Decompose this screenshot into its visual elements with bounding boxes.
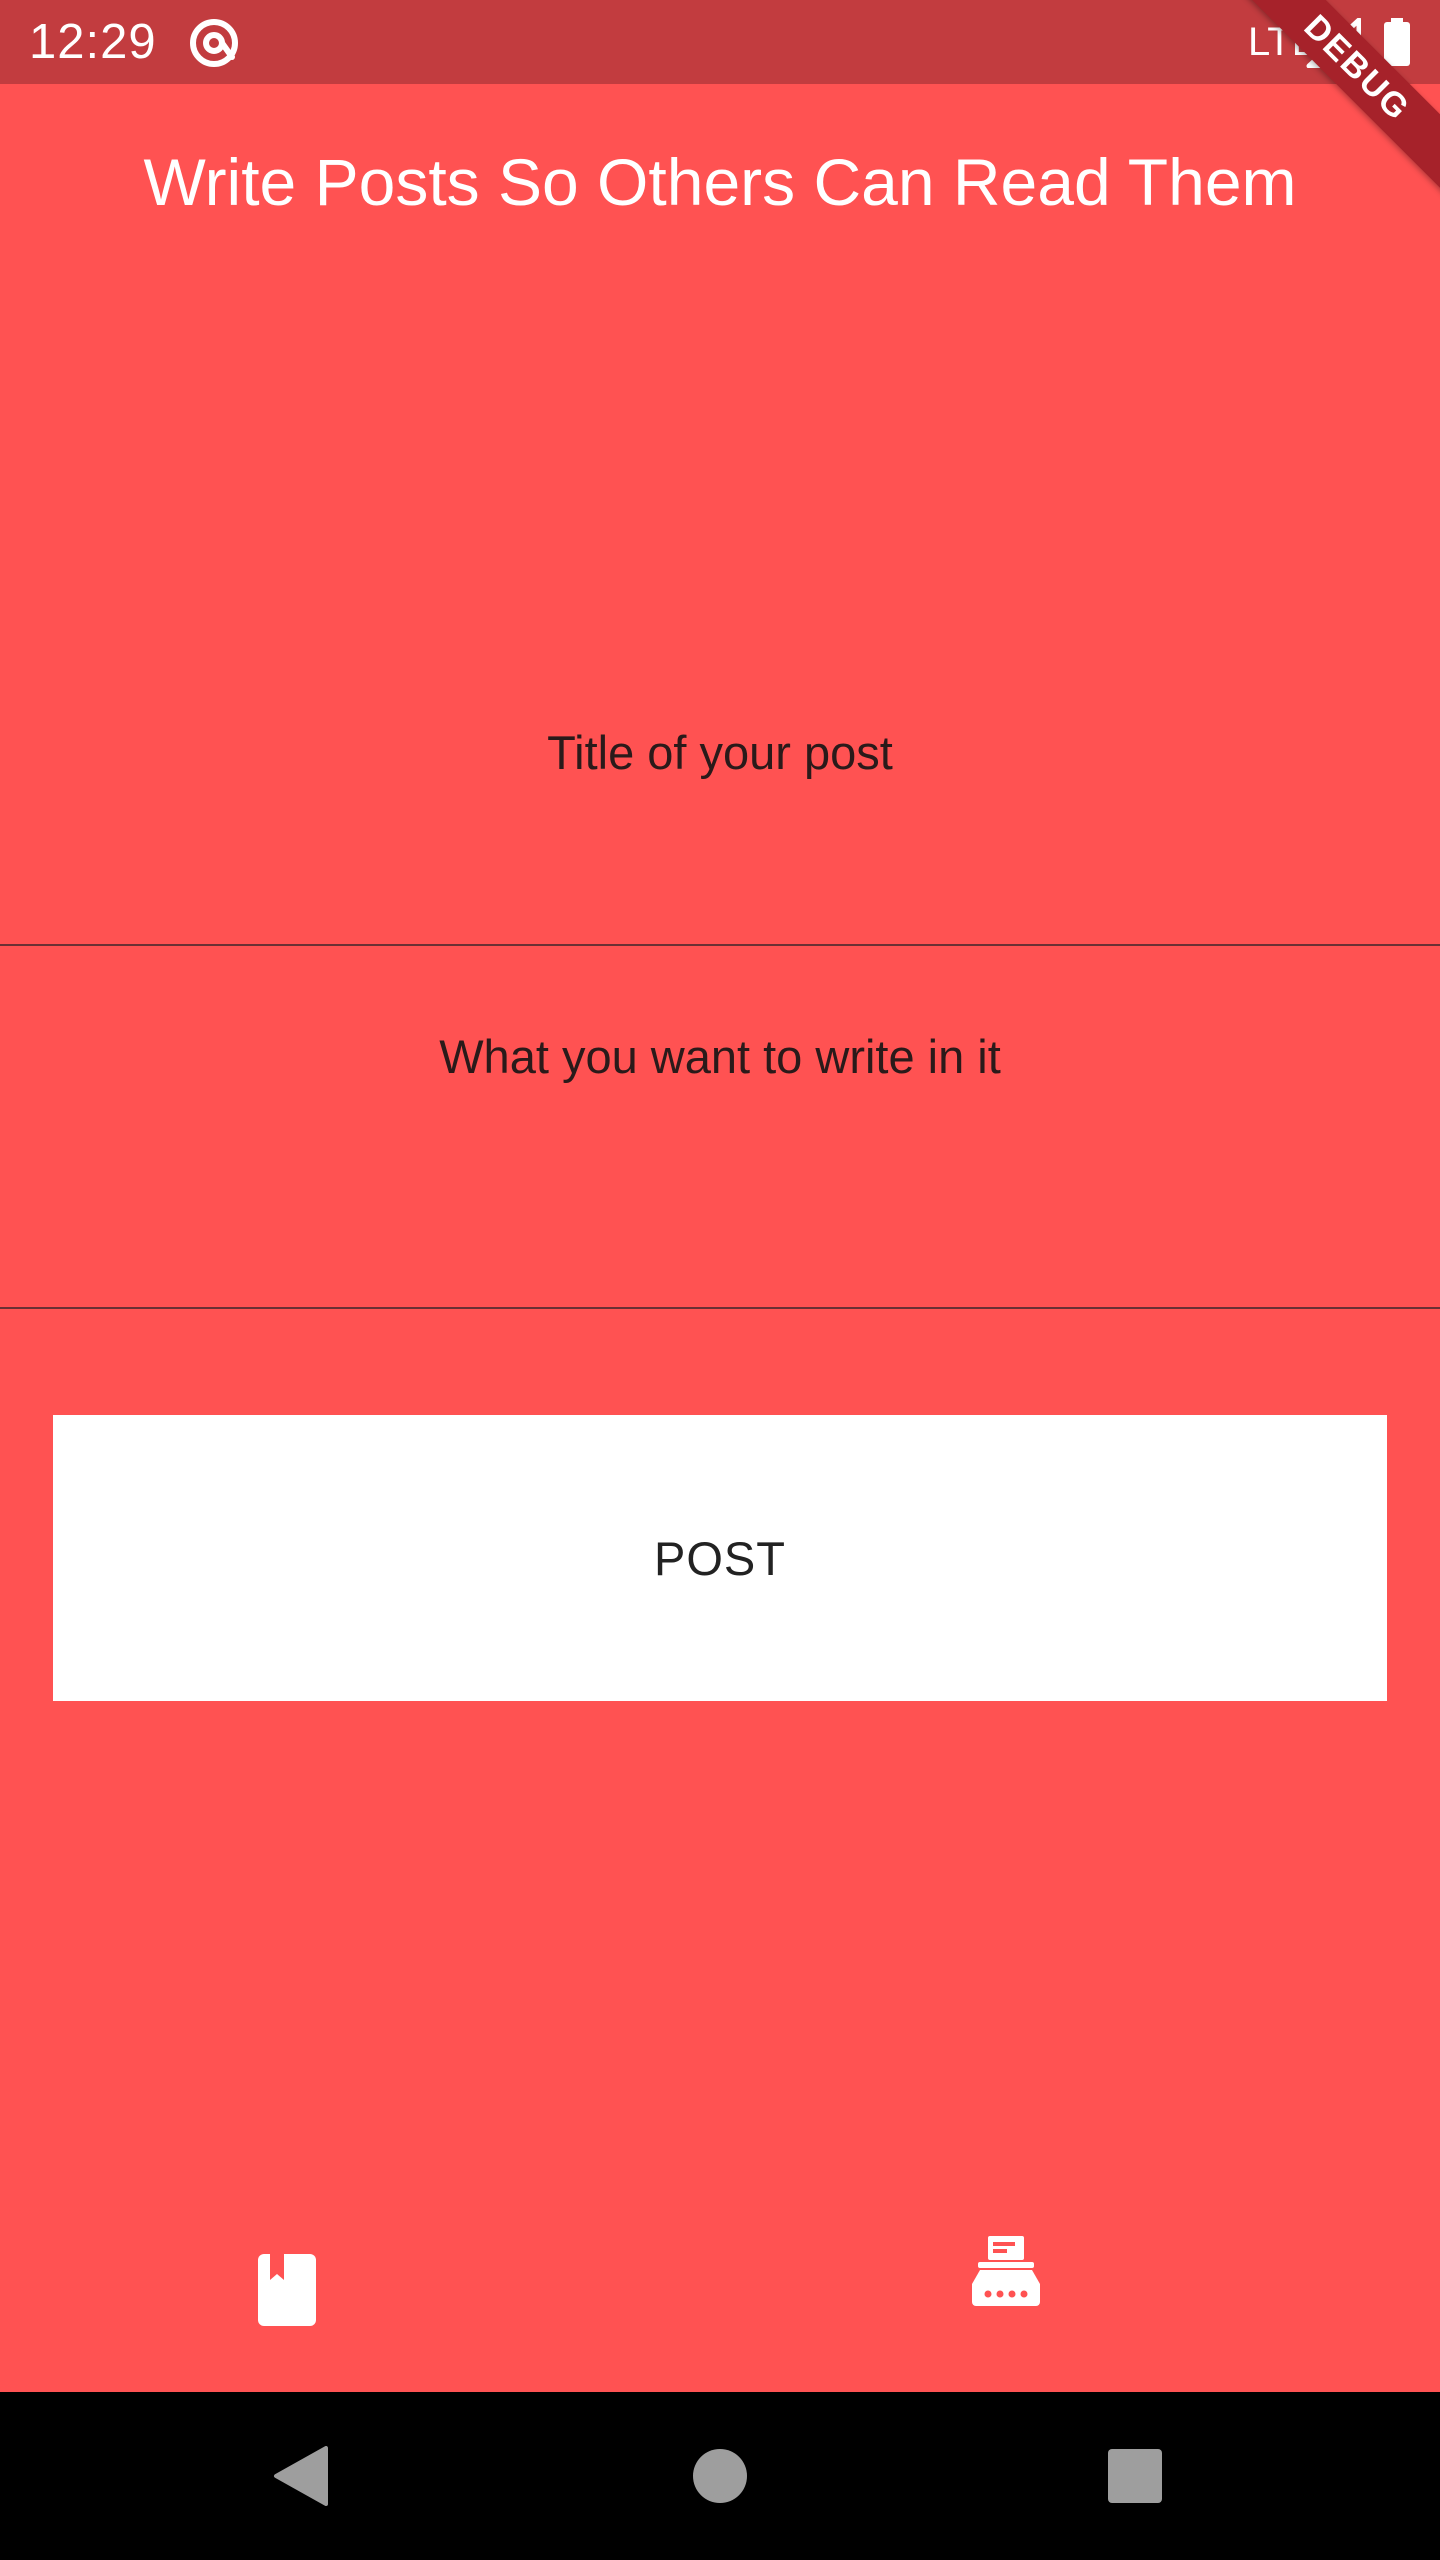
page-title: Write Posts So Others Can Read Them [143, 145, 1297, 219]
post-body-placeholder: What you want to write in it [439, 1030, 1001, 1083]
back-triangle-icon[interactable] [272, 2446, 328, 2506]
system-nav-bar [0, 2392, 1440, 2560]
post-button[interactable]: POST [53, 1415, 1387, 1701]
home-circle-icon[interactable] [693, 2449, 747, 2503]
recents-square-icon[interactable] [1108, 2449, 1162, 2503]
at-sign-icon [190, 19, 238, 67]
post-title-field[interactable]: Title of your post [0, 630, 1440, 946]
status-bar: 12:29 LTE [0, 0, 1440, 84]
post-body-field[interactable]: What you want to write in it [0, 945, 1440, 1309]
book-icon [258, 2254, 316, 2326]
post-title-placeholder: Title of your post [547, 726, 893, 779]
typewriter-icon [972, 2236, 1040, 2306]
nav-item-read[interactable] [0, 2200, 720, 2392]
bottom-nav [0, 2200, 1440, 2392]
status-time: 12:29 [29, 15, 157, 69]
nav-item-write[interactable] [720, 2200, 1440, 2392]
